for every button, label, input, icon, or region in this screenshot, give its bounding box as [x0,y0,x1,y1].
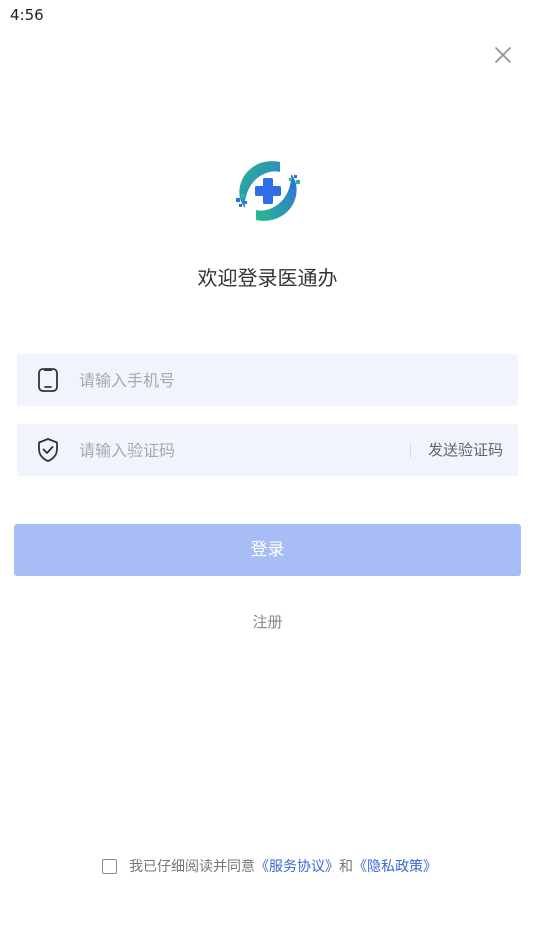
service-agreement-link[interactable]: 《服务协议》 [255,859,339,875]
app-logo [232,158,304,224]
register-link[interactable]: 注册 [0,611,535,632]
phone-input[interactable] [79,354,499,406]
agreement-row: 我已仔细阅读并同意《服务协议》和《隐私政策》 [102,856,437,876]
agreement-prefix: 我已仔细阅读并同意 [129,859,255,875]
close-button[interactable] [490,42,516,68]
shield-check-icon [38,438,58,462]
agreement-connector: 和 [339,859,353,875]
send-code-button[interactable]: 发送验证码 [428,424,503,476]
privacy-policy-link[interactable]: 《隐私政策》 [353,859,437,875]
status-time: 4:56 [10,6,44,24]
login-button[interactable]: 登录 [14,524,521,576]
medical-cross-logo-icon [236,161,300,221]
phone-icon [38,368,58,392]
code-field[interactable]: 发送验证码 [17,424,518,476]
code-input[interactable] [79,424,399,476]
welcome-title: 欢迎登录医通办 [197,266,338,290]
close-icon[interactable] [490,42,516,68]
agreement-checkbox[interactable] [102,859,117,874]
phone-field[interactable] [17,354,518,406]
field-divider [410,442,411,458]
